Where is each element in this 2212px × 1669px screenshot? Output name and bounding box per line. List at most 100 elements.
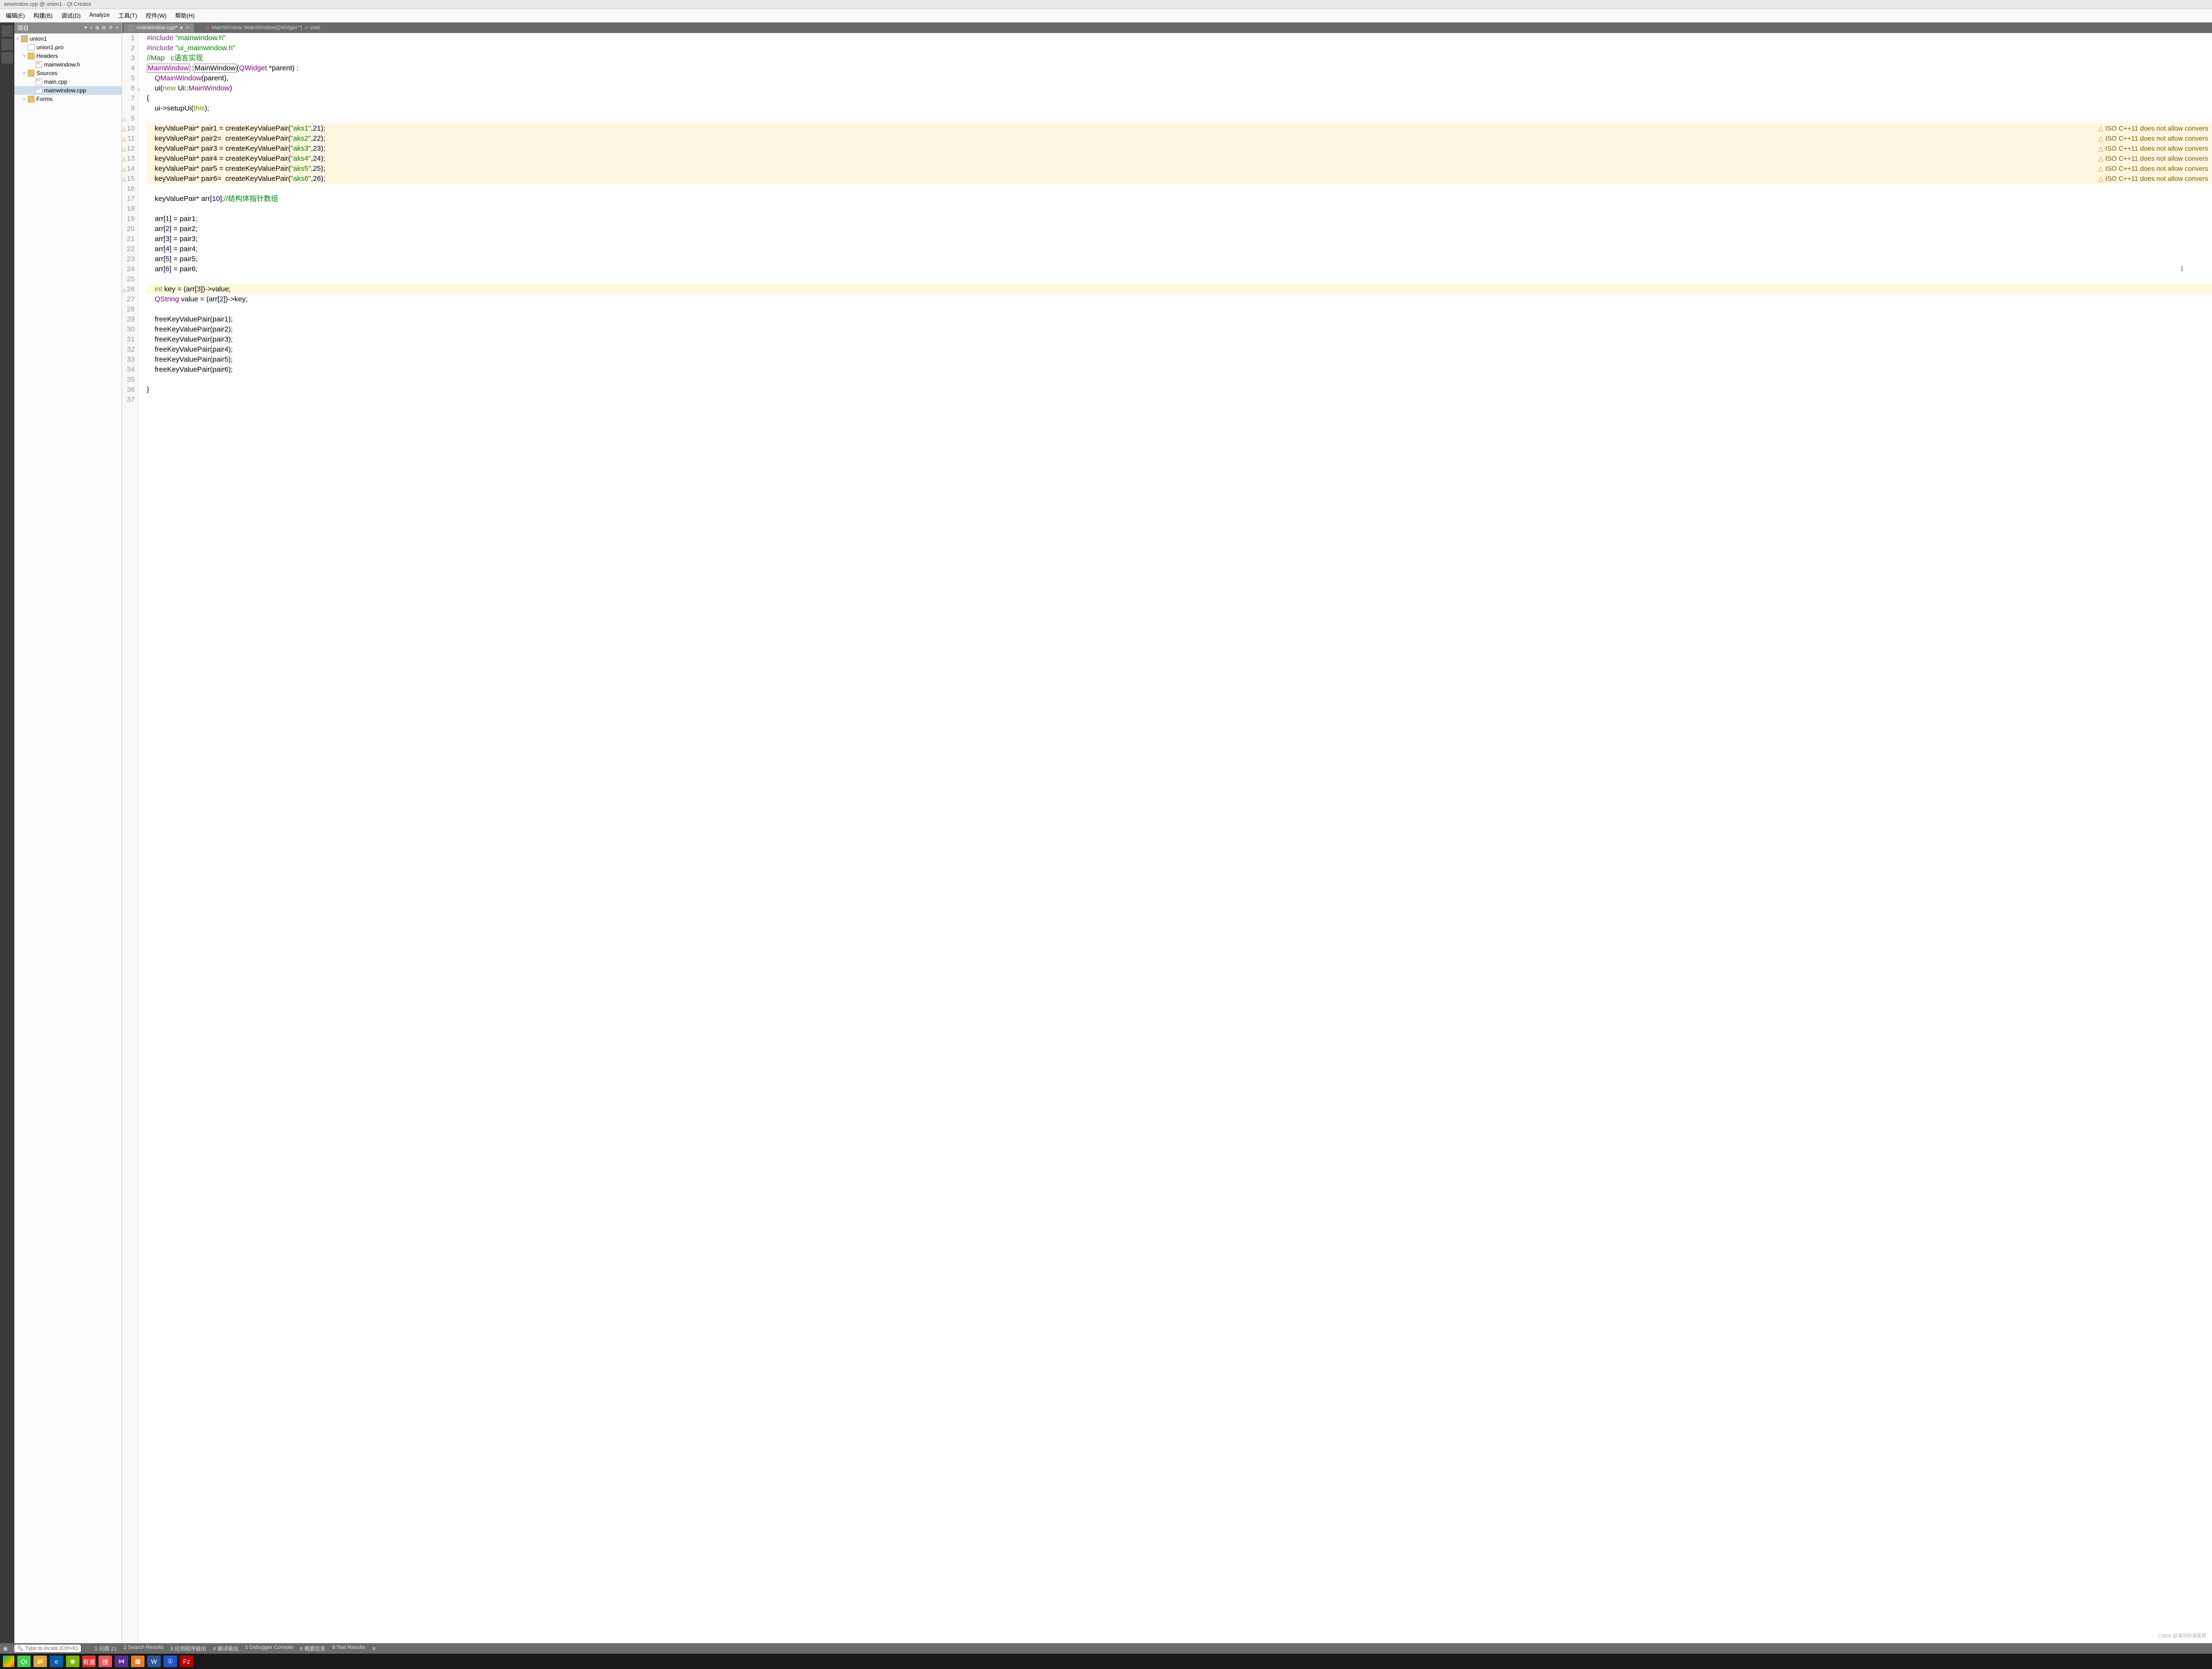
menu-item[interactable]: 控件(W)	[142, 10, 170, 21]
taskbar-nvidia-icon[interactable]: ◉	[66, 1656, 79, 1667]
line-number[interactable]: 3	[127, 53, 135, 63]
code-line[interactable]: keyValuePair* pair5 = createKeyValuePair…	[147, 164, 2212, 174]
code-line[interactable]: keyValuePair* arr[10];//结构体指针数组	[147, 194, 2212, 204]
code-line[interactable]	[147, 304, 2212, 314]
code-line[interactable]	[147, 375, 2212, 385]
status-panel-button[interactable]: 4 编译输出	[213, 1645, 238, 1652]
tree-arrow-icon[interactable]: ˅	[23, 71, 28, 76]
tree-item[interactable]: mainwindow.cpp	[14, 86, 122, 95]
menu-item[interactable]: 构建(B)	[30, 10, 56, 21]
status-panel-button[interactable]: 5 Debugger Console	[245, 1645, 293, 1652]
warning-annotation[interactable]: ISO C++11 does not allow convers	[2098, 174, 2208, 184]
line-number[interactable]: 23	[127, 254, 135, 264]
menu-item[interactable]: Analyze	[86, 10, 114, 21]
line-number[interactable]: 36	[127, 385, 135, 395]
code-line[interactable]: keyValuePair* pair4 = createKeyValuePair…	[147, 154, 2212, 164]
line-number[interactable]: 8	[127, 103, 135, 113]
code-line[interactable]: arr[5] = pair5;	[147, 254, 2212, 264]
menu-item[interactable]: 帮助(H)	[171, 10, 199, 21]
taskbar-word-icon[interactable]: W	[147, 1656, 161, 1667]
code-line[interactable]: arr[2] = pair2;	[147, 224, 2212, 234]
code-line[interactable]: arr[6] = pair6;I	[147, 264, 2212, 274]
code-line[interactable]	[147, 395, 2212, 405]
tree-arrow-icon[interactable]: >	[23, 97, 28, 101]
tree-arrow-icon[interactable]: ˅	[16, 36, 21, 41]
line-number[interactable]: 2	[127, 43, 135, 53]
line-number[interactable]: 10	[127, 123, 135, 133]
line-number[interactable]: 27	[127, 294, 135, 304]
status-panel-button[interactable]: 6 概要信息	[300, 1645, 325, 1652]
status-panel-button[interactable]: 2 Search Results	[123, 1645, 164, 1652]
line-number[interactable]: 7	[127, 93, 135, 103]
tree-item[interactable]: union1.pro	[14, 43, 122, 52]
code-line[interactable]: //Map c语言实现	[147, 53, 2212, 63]
locator-input[interactable]: Type to locate (Ctrl+K)	[14, 1645, 80, 1652]
line-number[interactable]: 26	[127, 284, 135, 294]
line-number[interactable]: 14	[127, 164, 135, 174]
taskbar-edge-icon[interactable]: e	[50, 1656, 63, 1667]
taskbar-sogou-icon[interactable]: 搜	[99, 1656, 112, 1667]
warning-annotation[interactable]: ISO C++11 does not allow convers	[2098, 154, 2208, 164]
editor-tab[interactable]: ⬚ mainwindow.cpp* ▾ ✕	[124, 23, 194, 33]
taskbar-app-icon[interactable]: ①	[164, 1656, 177, 1667]
panel-tool-icon[interactable]: <	[116, 25, 119, 31]
code-line[interactable]: freeKeyValuePair(pair6);	[147, 365, 2212, 375]
panel-tool-icon[interactable]: ⊞	[95, 25, 99, 31]
tree-item[interactable]: ˅union1	[14, 34, 122, 43]
panel-tool-icon[interactable]: ⊟	[102, 25, 106, 31]
line-number[interactable]: 18	[127, 204, 135, 214]
status-panel-button[interactable]: 3 应用程序输出	[170, 1645, 206, 1652]
line-number[interactable]: 30	[127, 324, 135, 334]
line-number[interactable]: 21	[127, 234, 135, 244]
line-number[interactable]: 28	[127, 304, 135, 314]
line-number[interactable]: 19	[127, 214, 135, 224]
tree-item[interactable]: >Forms	[14, 95, 122, 103]
tree-arrow-icon[interactable]: ˅	[23, 54, 28, 58]
code-line[interactable]: #include "ui_mainwindow.h"	[147, 43, 2212, 53]
mode-icon[interactable]	[1, 52, 13, 64]
code-line[interactable]: freeKeyValuePair(pair3);	[147, 334, 2212, 344]
line-number[interactable]: 25	[127, 274, 135, 284]
line-gutter[interactable]: 1234567891011121314151617181920212223242…	[122, 33, 138, 1643]
line-number[interactable]: 1	[127, 33, 135, 43]
line-number[interactable]: 22	[127, 244, 135, 254]
code-line[interactable]: arr[4] = pair4;	[147, 244, 2212, 254]
code-line[interactable]: QString value = (arr[2])->key;	[147, 294, 2212, 304]
code-line[interactable]: freeKeyValuePair(pair5);	[147, 354, 2212, 365]
line-number[interactable]: 4	[127, 63, 135, 73]
close-icon[interactable]: ✕	[186, 25, 189, 31]
line-number[interactable]: 24	[127, 264, 135, 274]
line-number[interactable]: 29	[127, 314, 135, 324]
menu-item[interactable]: 工具(T)	[114, 10, 141, 21]
menu-item[interactable]: 调试(D)	[57, 10, 85, 21]
warning-annotation[interactable]: ISO C++11 does not allow convers	[2098, 133, 2208, 144]
line-number[interactable]: 6	[127, 83, 135, 93]
expand-icon[interactable]: ≑	[372, 1646, 376, 1652]
status-panel-button[interactable]: 1 问题 21	[95, 1645, 117, 1652]
line-number[interactable]: 20	[127, 224, 135, 234]
line-number[interactable]: 5	[127, 73, 135, 83]
taskbar-explorer-icon[interactable]: 📁	[33, 1656, 47, 1667]
code-line[interactable]: freeKeyValuePair(pair2);	[147, 324, 2212, 334]
code-line[interactable]: keyValuePair* pair1 = createKeyValuePair…	[147, 123, 2212, 133]
mode-icon[interactable]	[1, 25, 13, 37]
project-tree[interactable]: ˅union1union1.pro˅Headersmainwindow.h˅So…	[14, 33, 122, 104]
code-line[interactable]: keyValuePair* pair2= createKeyValuePair(…	[147, 133, 2212, 144]
code-line[interactable]: MainWindow::MainWindow(QWidget *parent) …	[147, 63, 2212, 73]
menu-item[interactable]: 编辑(E)	[2, 10, 29, 21]
taskbar-filezilla-icon[interactable]: Fz	[180, 1656, 193, 1667]
code-line[interactable]: #include "mainwindow.h"	[147, 33, 2212, 43]
code-line[interactable]: {	[147, 93, 2212, 103]
panel-tool-icon[interactable]: ▿	[90, 25, 92, 31]
warning-annotation[interactable]: ISO C++11 does not allow convers	[2098, 144, 2208, 154]
code-content[interactable]: #include "mainwindow.h"#include "ui_main…	[138, 33, 2212, 1643]
code-line[interactable]: freeKeyValuePair(pair4);	[147, 344, 2212, 354]
line-number[interactable]: 31	[127, 334, 135, 344]
code-line[interactable]: arr[3] = pair3;	[147, 234, 2212, 244]
code-editor[interactable]: 1234567891011121314151617181920212223242…	[122, 33, 2212, 1643]
tree-item[interactable]: ˅Sources	[14, 69, 122, 77]
line-number[interactable]: 15	[127, 174, 135, 184]
line-number[interactable]: 13	[127, 154, 135, 164]
warning-annotation[interactable]: ISO C++11 does not allow convers	[2098, 164, 2208, 174]
editor-breadcrumb[interactable]: MainWindow::MainWindow(QWidget *) -> voi…	[206, 25, 320, 31]
